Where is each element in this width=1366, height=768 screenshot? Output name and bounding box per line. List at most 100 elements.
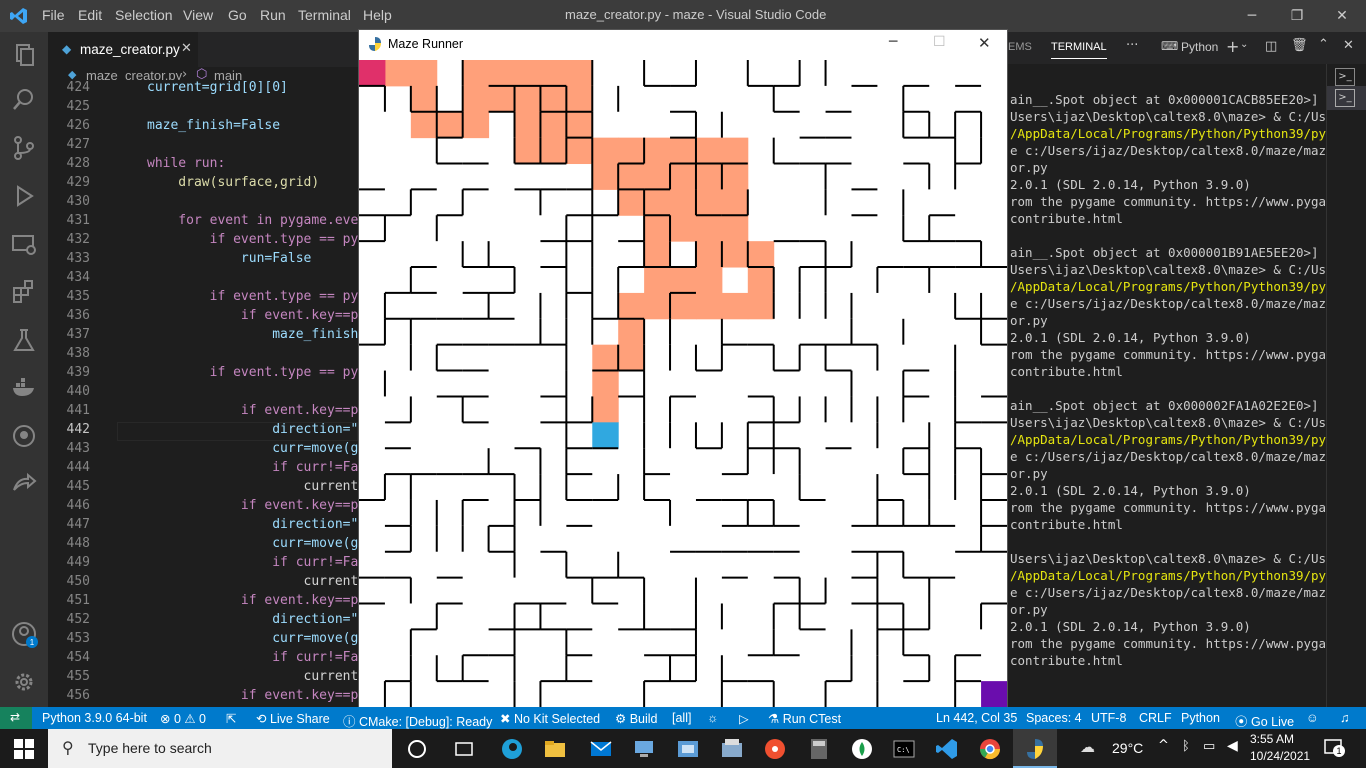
terminal-instance-active[interactable]: >_ — [1327, 86, 1366, 110]
maze-maximize-button[interactable]: ☐ — [933, 34, 946, 50]
accounts-icon[interactable]: 1 — [10, 620, 38, 648]
chrome-icon[interactable] — [976, 735, 1004, 763]
remote-explorer-icon[interactable] — [10, 230, 38, 258]
maze-close-button[interactable]: ✕ — [978, 34, 991, 52]
build-button[interactable]: ⚙ Build — [615, 711, 657, 726]
extensions-icon[interactable] — [10, 278, 38, 306]
maximize-panel-icon[interactable]: ⌃ — [1318, 37, 1329, 52]
weather-cloud-icon[interactable]: ☁ — [1080, 738, 1095, 756]
terminal-instance-icon[interactable]: >_ — [1335, 68, 1355, 86]
svg-text:1: 1 — [30, 638, 35, 647]
tab-maze-creator[interactable]: ◆ maze_creator.py ✕ — [48, 32, 198, 68]
bluetooth-icon[interactable]: ᛒ — [1182, 739, 1190, 754]
live-share-status-icon[interactable]: ⇱ — [226, 711, 236, 726]
line-number: 437 — [66, 327, 90, 342]
cursor-position[interactable]: Ln 442, Col 35 — [936, 711, 1017, 725]
menu-go[interactable]: Go — [228, 7, 247, 23]
python-interpreter[interactable]: Python 3.9.0 64-bit — [42, 711, 147, 725]
menu-run[interactable]: Run — [260, 7, 286, 23]
chevron-up-icon[interactable]: ^ — [1158, 738, 1169, 753]
maze-canvas[interactable] — [359, 60, 1007, 707]
broadcast-icon: ⦿ — [1235, 715, 1251, 729]
kit-selector[interactable]: ✖ No Kit Selected — [500, 711, 600, 726]
go-live-button[interactable]: ⦿ Go Live — [1235, 711, 1294, 730]
trash-icon[interactable]: 🗑 — [1291, 38, 1308, 53]
code-editor[interactable]: 424 current=grid[0][0] 425 426 maze_finish=F… — [48, 80, 358, 707]
indentation[interactable]: Spaces: 4 — [1026, 711, 1082, 725]
code-line: direction=" — [147, 517, 358, 532]
line-number: 431 — [66, 213, 90, 228]
end-of-line[interactable]: CRLF — [1139, 711, 1172, 725]
source-control-icon[interactable] — [10, 134, 38, 162]
run-debug-icon[interactable] — [10, 182, 38, 210]
app-green-icon[interactable] — [848, 735, 876, 763]
explorer-icon[interactable] — [10, 40, 38, 68]
close-tab-icon[interactable]: ✕ — [181, 41, 192, 56]
minimize-button[interactable]: ─ — [1230, 4, 1274, 28]
volume-icon[interactable]: ◀ — [1227, 738, 1238, 754]
git-gui-icon[interactable] — [761, 735, 789, 763]
run-icon[interactable]: ▷ — [739, 711, 749, 726]
device-manager-icon[interactable] — [718, 735, 746, 763]
cortana-icon[interactable] — [403, 735, 431, 763]
file-explorer-icon[interactable] — [541, 735, 569, 763]
menu-edit[interactable]: Edit — [78, 7, 102, 23]
code-line: if event.key==py — [147, 688, 358, 703]
edge-browser-icon[interactable] — [498, 735, 526, 763]
terminal-line: Users\ijaz\Desktop\caltex8.0\maze> & C:/… — [1010, 551, 1326, 566]
control-panel-icon[interactable] — [674, 735, 702, 763]
split-terminal-icon[interactable]: ◫ — [1265, 39, 1277, 54]
clock-date[interactable]: 10/24/2021 — [1250, 749, 1310, 763]
chevron-down-icon[interactable]: ⌄ — [1240, 39, 1248, 50]
maze-minimize-button[interactable]: ─ — [889, 34, 897, 50]
clock-time[interactable]: 3:55 AM — [1250, 732, 1294, 746]
language-mode[interactable]: Python — [1181, 711, 1220, 725]
encoding[interactable]: UTF-8 — [1091, 711, 1126, 725]
task-view-icon[interactable] — [450, 735, 478, 763]
terminal-shell-selector[interactable]: Python — [1181, 40, 1218, 54]
menu-selection[interactable]: Selection — [115, 7, 173, 23]
restore-button[interactable]: ❐ — [1275, 4, 1319, 28]
feedback-icon[interactable]: ☺ — [1306, 711, 1319, 725]
testing-icon[interactable] — [10, 326, 38, 354]
build-target[interactable]: [all] — [672, 711, 691, 725]
close-panel-icon[interactable]: ✕ — [1343, 38, 1354, 53]
line-number: 426 — [66, 118, 90, 133]
menu-file[interactable]: File — [42, 7, 65, 23]
github-icon[interactable] — [10, 422, 38, 450]
live-share-icon[interactable] — [10, 470, 38, 498]
run-ctest-button[interactable]: ⚗ Run CTest — [768, 711, 841, 726]
menu-terminal[interactable]: Terminal — [298, 7, 351, 23]
action-center-icon[interactable]: 1 — [1324, 739, 1345, 757]
calculator-icon[interactable] — [805, 735, 833, 763]
network-icon[interactable]: ▭ — [1203, 739, 1215, 754]
menu-view[interactable]: View — [183, 7, 213, 23]
tab-terminal[interactable]: TERMINAL — [1051, 41, 1107, 59]
cmake-status[interactable]: ⓘ CMake: [Debug]: Ready — [343, 711, 492, 730]
settings-gear-icon[interactable] — [10, 668, 38, 696]
debug-icon[interactable]: ☼ — [707, 711, 718, 725]
vscode-taskbar-icon[interactable] — [933, 735, 961, 763]
temperature[interactable]: 29°C — [1112, 740, 1143, 756]
line-number: 447 — [66, 517, 90, 532]
live-share-button[interactable]: ⟲ Live Share — [256, 711, 330, 726]
menu-help[interactable]: Help — [363, 7, 392, 23]
more-actions-icon[interactable]: ··· — [1126, 38, 1138, 53]
search-icon[interactable] — [10, 86, 38, 114]
notifications-bell-icon[interactable]: ♫ — [1340, 711, 1349, 725]
terminal-output[interactable]: ain__.Spot object at 0x000001CACB85EE20>… — [1008, 64, 1326, 707]
computer-icon[interactable] — [630, 735, 658, 763]
command-prompt-icon[interactable]: C:\ — [890, 735, 918, 763]
tab-problems[interactable]: EMS — [1008, 41, 1032, 53]
mail-icon[interactable] — [587, 735, 615, 763]
new-terminal-icon[interactable]: + — [1226, 37, 1239, 56]
docker-icon[interactable] — [10, 374, 38, 402]
problems-count[interactable]: ⊗ 0 ⚠ 0 — [160, 711, 206, 726]
visited-path-cell — [721, 137, 749, 165]
windows-start-icon[interactable] — [14, 739, 34, 759]
python-taskbar-active[interactable] — [1013, 729, 1057, 768]
code-line: if event.key==py — [147, 403, 358, 418]
taskbar-search-box[interactable]: ⚲ Type here to search — [48, 729, 392, 768]
remote-indicator[interactable]: ⇄ — [0, 707, 32, 729]
close-button[interactable]: ✕ — [1320, 4, 1364, 28]
